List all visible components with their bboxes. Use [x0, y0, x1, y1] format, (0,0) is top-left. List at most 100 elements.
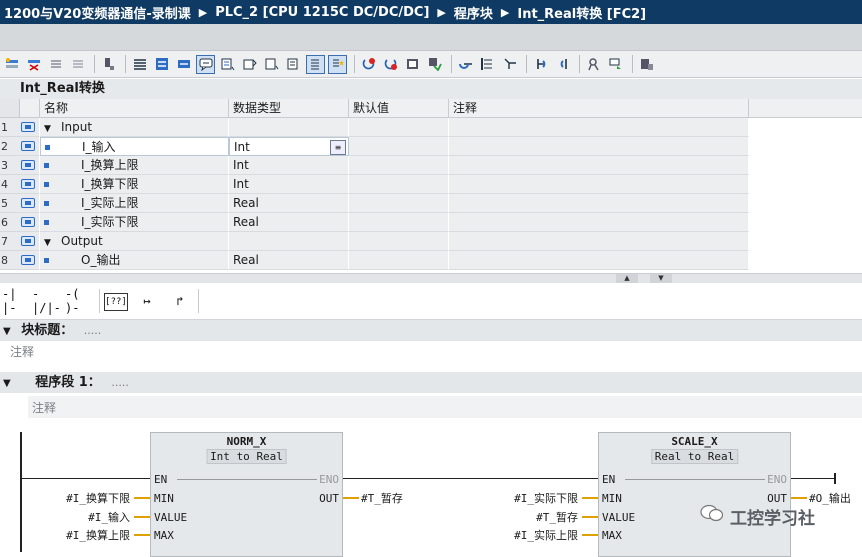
- header-datatype[interactable]: 数据类型: [229, 99, 349, 117]
- network-comment[interactable]: 注释: [32, 399, 56, 416]
- row-number[interactable]: 8: [0, 251, 20, 270]
- row-number[interactable]: 4: [0, 175, 20, 194]
- close-branch-icon[interactable]: ↱: [168, 291, 192, 311]
- type-dest[interactable]: Real: [708, 450, 735, 463]
- name-cell[interactable]: I_输入: [40, 137, 229, 156]
- interface-row[interactable]: 7 ▼ Output: [0, 232, 862, 251]
- snapshot-icon[interactable]: [637, 55, 656, 74]
- collapse-icon[interactable]: ▼: [3, 326, 11, 337]
- delete-row-icon[interactable]: [24, 55, 43, 74]
- breadcrumb-plc[interactable]: PLC_2 [CPU 1215C DC/DC/DC]: [215, 5, 429, 20]
- interface-row[interactable]: 6 I_实际下限 Real: [0, 213, 862, 232]
- default-cell[interactable]: [349, 137, 449, 156]
- break-icon[interactable]: [403, 55, 422, 74]
- name-cell[interactable]: ▼ Input: [40, 118, 229, 137]
- type-from[interactable]: Int: [210, 450, 230, 463]
- no-contact-icon[interactable]: -| |-: [2, 287, 28, 315]
- operand-out[interactable]: #T_暂存: [361, 490, 403, 506]
- select-icon[interactable]: [218, 55, 237, 74]
- default-cell[interactable]: [349, 175, 449, 194]
- operand-min[interactable]: #I_实际下限: [514, 490, 578, 506]
- breadcrumb-block[interactable]: Int_Real转换 [FC2]: [517, 3, 646, 22]
- type-cell[interactable]: Int: [229, 175, 349, 194]
- type-cell[interactable]: Real: [229, 194, 349, 213]
- download-icon[interactable]: [99, 55, 118, 74]
- name-cell[interactable]: O_输出: [40, 251, 229, 270]
- default-cell[interactable]: [349, 232, 449, 251]
- name-cell[interactable]: I_实际上限: [40, 194, 229, 213]
- scale-x-types[interactable]: Real to Real: [650, 449, 739, 464]
- interface-row[interactable]: 1 ▼ Input: [0, 118, 862, 137]
- row-number[interactable]: 1: [0, 118, 20, 137]
- expand-icon[interactable]: ▼: [44, 124, 51, 134]
- default-cell[interactable]: [349, 118, 449, 137]
- favorites-icon[interactable]: [240, 55, 259, 74]
- block-title-dots[interactable]: .....: [84, 324, 101, 337]
- comment-cell[interactable]: [449, 137, 749, 156]
- type-cell[interactable]: [229, 118, 349, 137]
- row-number[interactable]: 3: [0, 156, 20, 175]
- default-cell[interactable]: [349, 156, 449, 175]
- return-icon[interactable]: [531, 55, 550, 74]
- type-cell[interactable]: Int ≡: [229, 137, 349, 156]
- expand-icon[interactable]: ▼: [44, 238, 51, 248]
- type-cell[interactable]: Int: [229, 156, 349, 175]
- block-view-icon[interactable]: [152, 55, 171, 74]
- insert-row-icon[interactable]: [2, 55, 21, 74]
- network-view-icon[interactable]: [174, 55, 193, 74]
- type-cell[interactable]: [229, 232, 349, 251]
- nc-contact-icon[interactable]: -|/|-: [32, 287, 62, 315]
- dbg2-icon[interactable]: [584, 55, 603, 74]
- operand-min[interactable]: #I_换算下限: [66, 490, 130, 506]
- name-cell[interactable]: I_实际下限: [40, 213, 229, 232]
- lock-icon[interactable]: [659, 55, 678, 74]
- default-cell[interactable]: [349, 194, 449, 213]
- comment-cell[interactable]: [449, 232, 749, 251]
- row-number[interactable]: 2: [0, 137, 20, 156]
- name-cell[interactable]: I_换算上限: [40, 156, 229, 175]
- header-default[interactable]: 默认值: [349, 99, 449, 117]
- delete-net-icon[interactable]: [68, 55, 87, 74]
- collapse-icon[interactable]: ▼: [3, 378, 11, 389]
- type-dest[interactable]: Real: [256, 450, 283, 463]
- network-header[interactable]: ▼ 程序段 1： .....: [0, 372, 862, 393]
- interface-row[interactable]: 2 I_输入 Int ≡: [0, 137, 862, 156]
- network-dots[interactable]: .....: [111, 376, 128, 389]
- interface-row[interactable]: 5 I_实际上限 Real: [0, 194, 862, 213]
- block-comment[interactable]: 注释: [10, 343, 34, 360]
- row-number[interactable]: 7: [0, 232, 20, 251]
- abs-icon[interactable]: [284, 55, 303, 74]
- open-icon[interactable]: [456, 55, 475, 74]
- header-comment[interactable]: 注释: [449, 99, 749, 117]
- interface-row[interactable]: 3 I_换算上限 Int: [0, 156, 862, 175]
- coil-icon[interactable]: -( )-: [65, 287, 95, 315]
- operand-max[interactable]: #I_换算上限: [66, 527, 130, 543]
- comments-icon[interactable]: [196, 54, 215, 74]
- comment-cell[interactable]: [449, 251, 749, 270]
- monitor-icon[interactable]: [381, 55, 400, 74]
- goto-prev-icon[interactable]: [328, 54, 347, 74]
- stop-icon[interactable]: [425, 55, 444, 74]
- name-cell[interactable]: I_换算下限: [40, 175, 229, 194]
- open-branch-icon[interactable]: ↦: [135, 291, 159, 311]
- scroll-down-icon[interactable]: ▼: [650, 274, 672, 283]
- operand-value[interactable]: #I_输入: [88, 509, 130, 525]
- dbg-icon[interactable]: [553, 55, 572, 74]
- network-comment-area[interactable]: [28, 396, 862, 418]
- operand-max[interactable]: #I_实际上限: [514, 527, 578, 543]
- default-cell[interactable]: [349, 251, 449, 270]
- norm-x-box[interactable]: NORM_X Int to Real EN ENO MIN VALUE MAX …: [150, 432, 343, 557]
- operand-value[interactable]: #T_暂存: [536, 509, 578, 525]
- interface-row[interactable]: 8 O_输出 Real: [0, 251, 862, 270]
- norm-x-types[interactable]: Int to Real: [206, 449, 287, 464]
- type-from[interactable]: Real: [655, 450, 682, 463]
- compare-icon[interactable]: [478, 55, 497, 74]
- comment-cell[interactable]: [449, 194, 749, 213]
- goto-next-icon[interactable]: [359, 55, 378, 74]
- header-name[interactable]: 名称: [40, 99, 229, 117]
- comment-cell[interactable]: [449, 118, 749, 137]
- key-icon[interactable]: [606, 55, 625, 74]
- insert-net-icon[interactable]: [46, 55, 65, 74]
- name-cell[interactable]: ▼ Output: [40, 232, 229, 251]
- row-number[interactable]: 6: [0, 213, 20, 232]
